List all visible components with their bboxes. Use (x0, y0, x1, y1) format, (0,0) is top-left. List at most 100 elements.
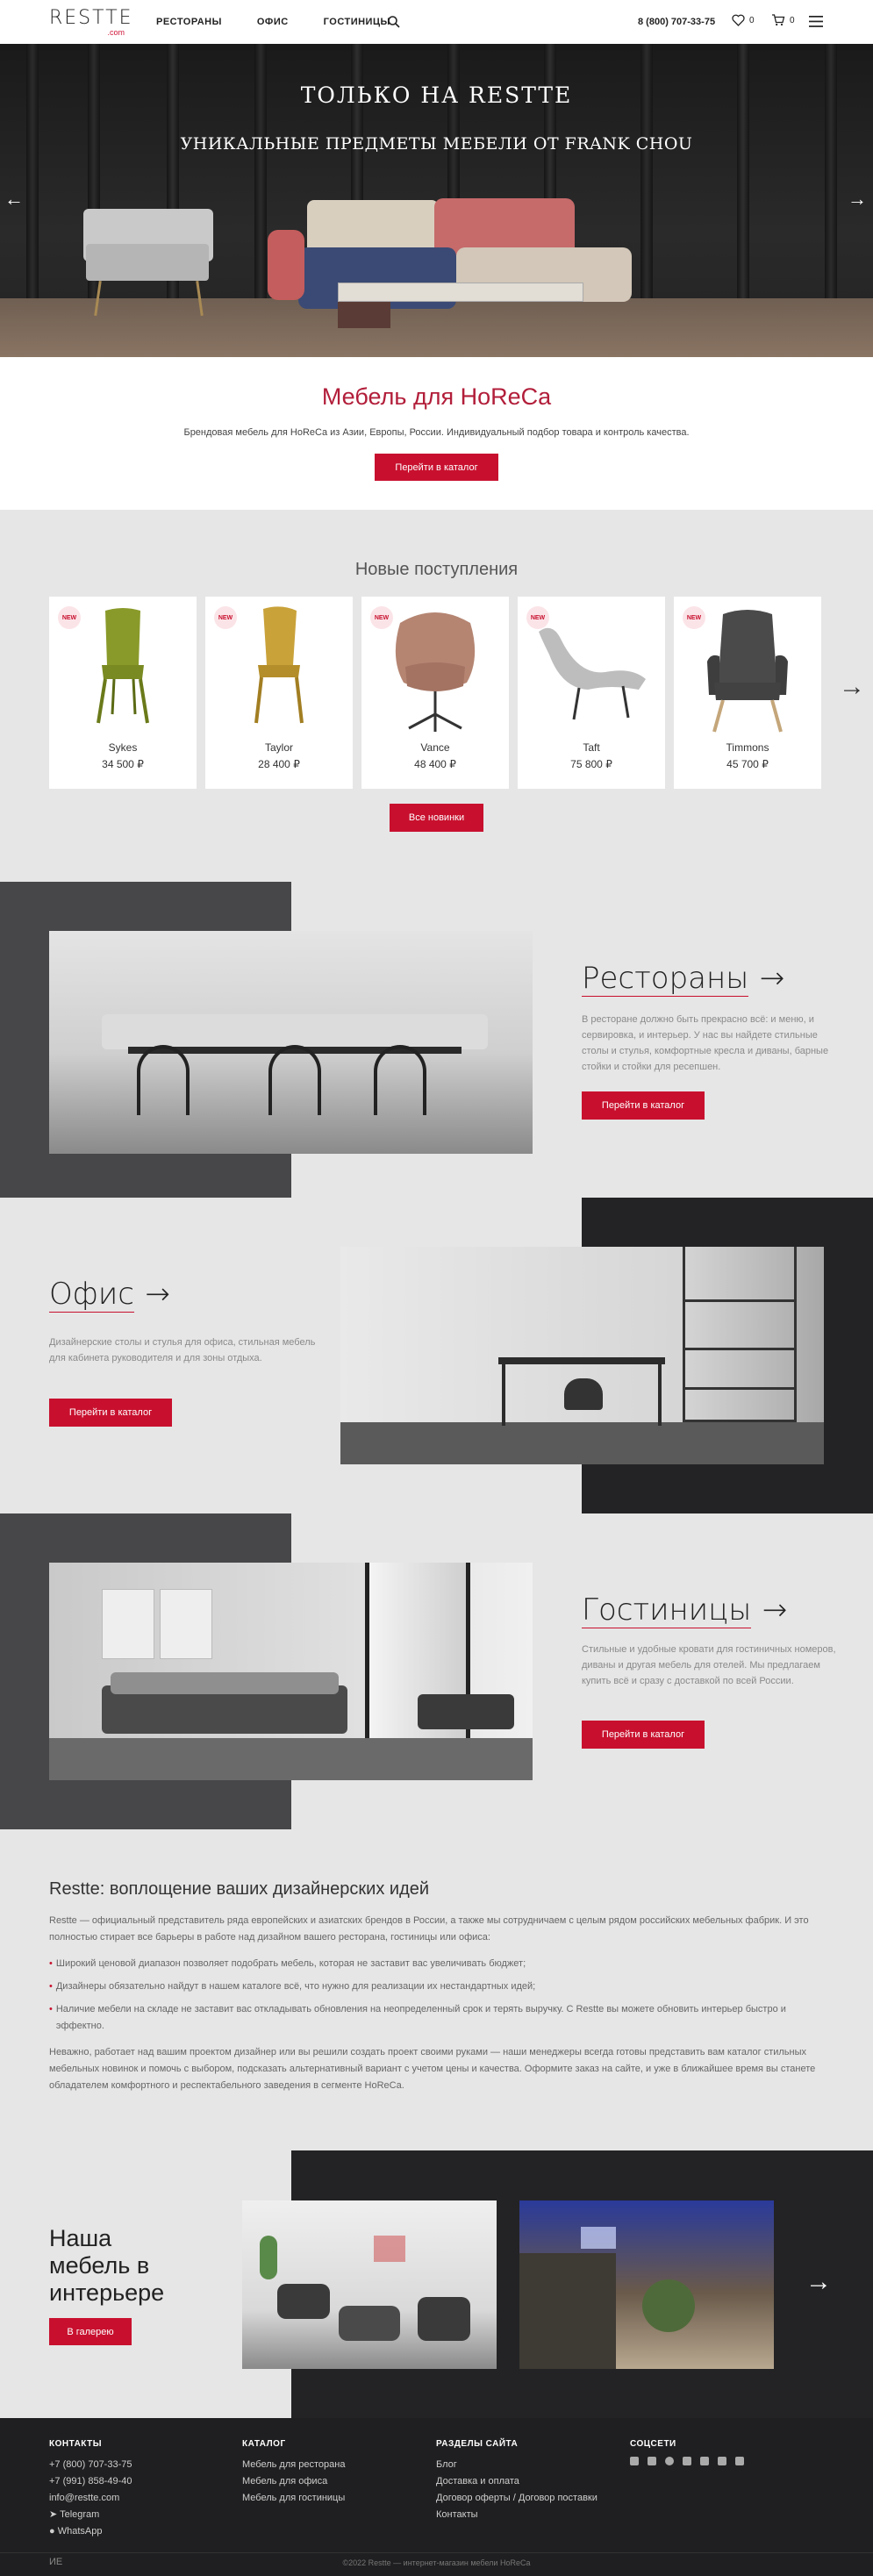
footer-contacts: КОНТАКТЫ +7 (800) 707-33-75 +7 (991) 858… (49, 2439, 132, 2540)
telegram-icon[interactable] (630, 2457, 639, 2465)
cart-count: 0 (790, 15, 795, 25)
houzz-icon[interactable] (700, 2457, 709, 2465)
footer-link[interactable]: Доставка и оплата (436, 2473, 598, 2490)
product-image (539, 627, 646, 720)
search-icon[interactable] (387, 15, 401, 29)
cart-button[interactable]: 0 (771, 14, 795, 26)
footer-link[interactable]: Договор оферты / Договор поставки (436, 2490, 598, 2507)
dzen-icon[interactable] (718, 2457, 726, 2465)
about-bullets: • Широкий ценовой диапазон позволяет подо… (49, 1956, 826, 2035)
gallery-button[interactable]: В галерею (49, 2318, 132, 2345)
footer-email[interactable]: info@restte.com (49, 2490, 132, 2507)
office-image[interactable] (340, 1247, 824, 1464)
product-image (254, 606, 304, 724)
all-new-button[interactable]: Все новинки (390, 804, 483, 832)
pinterest-icon[interactable] (665, 2457, 674, 2465)
product-name: Taft (583, 741, 600, 754)
product-card[interactable]: NEW Taft 75 800 ₽ (518, 597, 665, 789)
office-title: Офис (49, 1277, 134, 1313)
footer-catalog: КАТАЛОГ Мебель для ресторана Мебель для … (242, 2439, 345, 2507)
footer-social: СОЦСЕТИ (630, 2439, 744, 2465)
hotels-catalog-button[interactable]: Перейти в каталог (582, 1721, 705, 1749)
wishlist-button[interactable]: 0 (732, 14, 755, 26)
gallery-image[interactable] (519, 2200, 774, 2369)
office-catalog-button[interactable]: Перейти в каталог (49, 1399, 172, 1427)
hero-prev-arrow[interactable]: ← (4, 188, 24, 211)
product-price: 45 700 ₽ (726, 758, 769, 770)
footer-link[interactable]: Мебель для ресторана (242, 2457, 345, 2473)
hotels-text: Стильные и удобные кровати для гостиничн… (582, 1644, 836, 1686)
footer-heading: РАЗДЕЛЫ САЙТА (436, 2439, 519, 2449)
main-nav: РЕСТОРАНЫ ОФИС ГОСТИНИЦЫ (156, 17, 390, 27)
nav-hotels[interactable]: ГОСТИНИЦЫ (324, 17, 390, 27)
footer-link[interactable]: Блог (436, 2457, 598, 2473)
footer-telegram[interactable]: ➤ Telegram (49, 2507, 132, 2523)
product-card[interactable]: NEW Timmons 45 700 ₽ (674, 597, 821, 789)
hotels-section: Гостиницы → Стильные и удобные кровати д… (0, 1513, 873, 1829)
gallery-image[interactable] (242, 2200, 497, 2369)
footer-divider (0, 2552, 873, 2553)
hero-next-arrow[interactable]: → (848, 188, 867, 211)
product-name: Timmons (726, 741, 769, 754)
office-section: Офис → Дизайнерские столы и стулья для о… (0, 1198, 873, 1513)
new-arrivals-next-arrow[interactable]: → (839, 672, 865, 702)
footer-phone-1[interactable]: +7 (800) 707-33-75 (49, 2457, 132, 2473)
about-title: Restte: воплощение ваших дизайнерских ид… (49, 1879, 430, 1899)
intro-catalog-button[interactable]: Перейти в каталог (375, 454, 498, 481)
youtube-icon[interactable] (683, 2457, 691, 2465)
header-phone[interactable]: 8 (800) 707-33-75 (638, 17, 715, 27)
logo-text: RESTTE (49, 7, 133, 29)
hotels-image[interactable] (49, 1563, 533, 1780)
max-icon[interactable] (735, 2457, 744, 2465)
footer-heading: КОНТАКТЫ (49, 2439, 103, 2449)
product-image (707, 610, 788, 733)
footer-heading: СОЦСЕТИ (630, 2439, 676, 2449)
footer-phone-2[interactable]: +7 (991) 858-49-40 (49, 2473, 132, 2490)
new-badge: NEW (58, 606, 81, 629)
product-name: Sykes (108, 741, 138, 754)
footer-link[interactable]: Мебель для гостиницы (242, 2490, 345, 2507)
arrow-right-icon: → (145, 1277, 170, 1312)
product-card[interactable]: NEW Taylor 28 400 ₽ (205, 597, 353, 789)
telegram-icon: ➤ (49, 2509, 61, 2520)
vk-icon[interactable] (648, 2457, 656, 2465)
hotels-heading[interactable]: Гостиницы → (582, 1592, 787, 1628)
restaurants-section: Рестораны → В ресторане должно быть прек… (0, 882, 873, 1198)
heart-icon (732, 14, 745, 26)
gallery-title: Наша мебель в интерьере (49, 2225, 165, 2306)
list-item: • Дизайнеры обязательно найдут в нашем ка… (49, 1981, 536, 1992)
footer-link[interactable]: Мебель для офиса (242, 2473, 345, 2490)
footer-copyright: ©2022 Restte — интернет-магазин мебели H… (342, 2558, 531, 2567)
office-text: Дизайнерские столы и стулья для офиса, с… (49, 1337, 316, 1363)
footer-heading: КАТАЛОГ (242, 2439, 286, 2449)
product-card[interactable]: NEW Sykes 34 500 ₽ (49, 597, 197, 789)
cart-icon (772, 14, 785, 26)
restaurants-catalog-button[interactable]: Перейти в каталог (582, 1091, 705, 1120)
product-image (97, 608, 149, 724)
product-price: 28 400 ₽ (258, 758, 300, 770)
product-price: 34 500 ₽ (102, 758, 144, 770)
footer-sections: РАЗДЕЛЫ САЙТА Блог Доставка и оплата Дог… (436, 2439, 598, 2523)
list-item: • Наличие мебели на складе не заставит ва… (49, 2004, 786, 2031)
product-name: Vance (420, 741, 450, 754)
footer-link[interactable]: Контакты (436, 2507, 598, 2523)
logo[interactable]: RESTTE .com (49, 7, 132, 37)
product-card[interactable]: NEW Vance 48 400 ₽ (361, 597, 509, 789)
restaurants-image[interactable] (49, 931, 533, 1154)
menu-icon[interactable] (809, 16, 823, 27)
restaurants-text: В ресторане должно быть прекрасно всё: и… (582, 1014, 829, 1072)
product-price: 75 800 ₽ (570, 758, 612, 770)
hero-slider: ТОЛЬКО НА RESTTE УНИКАЛЬНЫЕ ПРЕДМЕТЫ МЕБ… (0, 44, 873, 357)
nav-office[interactable]: ОФИС (257, 17, 289, 27)
office-heading[interactable]: Офис → (49, 1277, 170, 1313)
restaurants-heading[interactable]: Рестораны → (582, 961, 784, 997)
intro-section: Мебель для HoReCa Брендовая мебель для H… (0, 357, 873, 510)
site-footer: КОНТАКТЫ +7 (800) 707-33-75 +7 (991) 858… (0, 2418, 873, 2576)
nav-restaurants[interactable]: РЕСТОРАНЫ (156, 17, 222, 27)
arrow-right-icon: → (762, 1592, 788, 1628)
product-name: Taylor (264, 741, 293, 754)
footer-whatsapp[interactable]: ● WhatsApp (49, 2523, 132, 2540)
gallery-next-arrow[interactable]: → (805, 2267, 832, 2297)
product-image (395, 612, 476, 732)
product-price: 48 400 ₽ (414, 758, 456, 770)
